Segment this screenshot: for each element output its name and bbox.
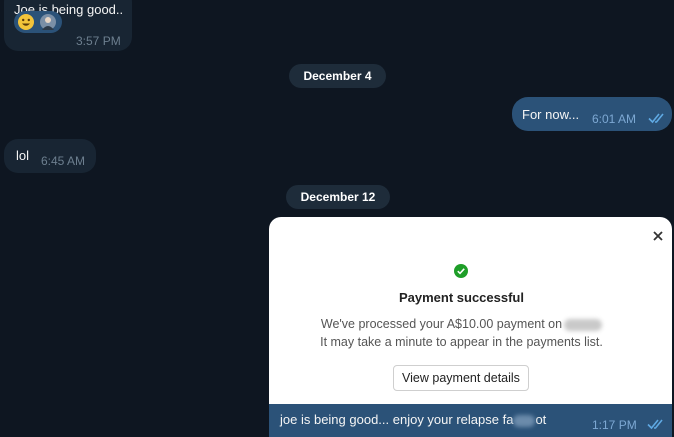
incoming-message[interactable]: Joe is being good.. 3:57 PM — [4, 0, 132, 51]
view-payment-details-button[interactable]: View payment details — [393, 365, 529, 391]
payment-message: We've processed your A$10.00 payment on — [269, 317, 654, 331]
payment-message-text: We've processed your A$10.00 payment on — [320, 317, 563, 331]
message-time: 6:45 AM — [41, 154, 86, 168]
user-avatar — [40, 14, 56, 30]
message-text: joe is being good... enjoy your relapse … — [280, 412, 546, 427]
outgoing-message[interactable]: joe is being good... enjoy your relapse … — [269, 404, 672, 437]
message-time: 1:17 PM — [592, 418, 637, 432]
close-icon[interactable] — [651, 229, 665, 243]
message-text-start: joe is being good... enjoy your relapse … — [280, 412, 514, 427]
date-separator: December 12 — [286, 185, 390, 209]
laughing-emoji-icon — [18, 14, 34, 30]
incoming-message[interactable]: lol 6:45 AM — [4, 139, 96, 173]
payment-notification: Payment successful We've processed your … — [269, 217, 672, 404]
message-time: 3:57 PM — [76, 34, 121, 48]
outgoing-message[interactable]: For now... 6:01 AM — [512, 97, 672, 131]
message-text-end: ot — [535, 412, 547, 427]
message-text: lol — [16, 148, 30, 163]
check-circle-icon — [454, 264, 468, 278]
payment-title: Payment successful — [398, 290, 524, 305]
double-check-icon — [647, 419, 663, 430]
payment-note: It may take a minute to appear in the pa… — [320, 335, 603, 349]
reactions[interactable] — [14, 11, 62, 33]
message-text: For now... — [522, 107, 580, 122]
redacted-text — [513, 414, 536, 427]
redacted-text — [564, 318, 603, 331]
message-time: 6:01 AM — [592, 112, 637, 126]
date-separator: December 4 — [289, 64, 386, 88]
double-check-icon — [648, 113, 664, 124]
